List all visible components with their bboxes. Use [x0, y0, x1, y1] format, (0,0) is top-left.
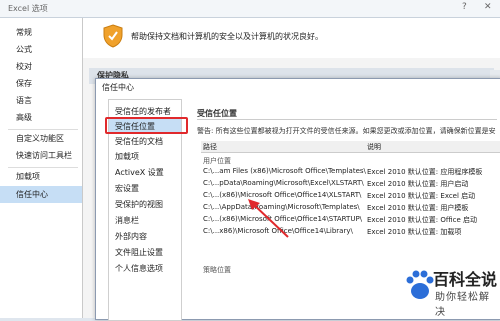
- group-user-locations: 用户位置: [203, 157, 231, 165]
- close-button[interactable]: ✕: [484, 2, 492, 12]
- heading-divider: [197, 119, 497, 120]
- row-path: C:\...pData\Roaming\Microsoft\Excel\XLST…: [203, 179, 364, 187]
- security-banner: 帮助保持文档和计算机的安全以及计算机的状况良好。: [83, 18, 500, 58]
- table-row[interactable]: C:\...am Files (x86)\Microsoft Office\Te…: [201, 167, 500, 177]
- row-path: C:\...(x86)\Microsoft Office\Office14\XL…: [203, 191, 362, 199]
- highlight-box: [105, 117, 188, 134]
- sidebar-item-general[interactable]: 常规: [0, 24, 82, 41]
- row-description: Excel 2010 默认位置: 应用程序模板: [367, 168, 483, 176]
- sidebar-item-addins[interactable]: 加载项: [0, 168, 82, 185]
- nav-external-content[interactable]: 外部内容: [109, 229, 181, 244]
- table-header: 路径 说明: [201, 141, 500, 153]
- column-path[interactable]: 路径: [203, 142, 217, 152]
- sidebar-item-formulas[interactable]: 公式: [0, 41, 82, 58]
- nav-file-block-settings[interactable]: 文件阻止设置: [109, 245, 181, 260]
- paw-logo-icon: [406, 270, 434, 299]
- dialog-title: 信任中心: [102, 83, 134, 92]
- warning-text: 警告: 所有这些位置都被视为打开文件的受信任来源。如果您更改或添加位置，请确保新…: [197, 127, 496, 135]
- row-description: Excel 2010 默认位置: 用户启动: [367, 180, 469, 188]
- nav-message-bar[interactable]: 消息栏: [109, 213, 181, 228]
- window-title: Excel 选项: [8, 4, 48, 13]
- nav-privacy-options[interactable]: 个人信息选项: [109, 261, 181, 276]
- table-row[interactable]: C:\...pData\Roaming\Microsoft\Excel\XLST…: [201, 179, 500, 189]
- sidebar-item-language[interactable]: 语言: [0, 92, 82, 109]
- sidebar-item-save[interactable]: 保存: [0, 75, 82, 92]
- window-titlebar: Excel 选项 ? ✕: [0, 0, 500, 18]
- nav-addins[interactable]: 加载项: [109, 149, 181, 164]
- sidebar-item-proofing[interactable]: 校对: [0, 58, 82, 75]
- sidebar-item-customize-ribbon[interactable]: 自定义功能区: [0, 130, 82, 147]
- shield-icon: [103, 24, 123, 48]
- row-description: Excel 2010 默认位置: Excel 启动: [367, 192, 476, 200]
- sidebar-item-trust-center[interactable]: 信任中心: [0, 186, 82, 203]
- nav-macro-settings[interactable]: 宏设置: [109, 181, 181, 196]
- red-arrow-icon: [248, 199, 289, 238]
- nav-protected-view[interactable]: 受保护的视图: [109, 197, 181, 212]
- watermark-subtitle: 助你轻松解决: [435, 292, 490, 318]
- watermark-title: 百科全说: [433, 270, 498, 289]
- group-policy-locations: 策略位置: [203, 266, 231, 274]
- row-description: Excel 2010 默认位置: 加载项: [367, 228, 462, 236]
- watermark: 百科全说 助你轻松解决: [397, 264, 498, 318]
- nav-trusted-documents[interactable]: 受信任的文档: [109, 134, 181, 149]
- panel-heading: 受信任位置: [197, 109, 237, 118]
- row-path: C:\...am Files (x86)\Microsoft Office\Te…: [203, 167, 366, 175]
- row-description: Excel 2010 默认位置: 用户模板: [367, 204, 469, 212]
- sidebar-item-quick-access[interactable]: 快速访问工具栏: [0, 147, 82, 164]
- column-description[interactable]: 说明: [367, 142, 381, 152]
- row-description: Excel 2010 默认位置: Office 启动: [367, 216, 478, 224]
- options-sidebar: 常规 公式 校对 保存 语言 高级 自定义功能区 快速访问工具栏 加载项 信任中…: [0, 18, 83, 318]
- sidebar-item-advanced[interactable]: 高级: [0, 109, 82, 126]
- help-button[interactable]: ?: [462, 2, 467, 12]
- banner-text: 帮助保持文档和计算机的安全以及计算机的状况良好。: [131, 32, 323, 41]
- nav-activex-settings[interactable]: ActiveX 设置: [109, 165, 181, 180]
